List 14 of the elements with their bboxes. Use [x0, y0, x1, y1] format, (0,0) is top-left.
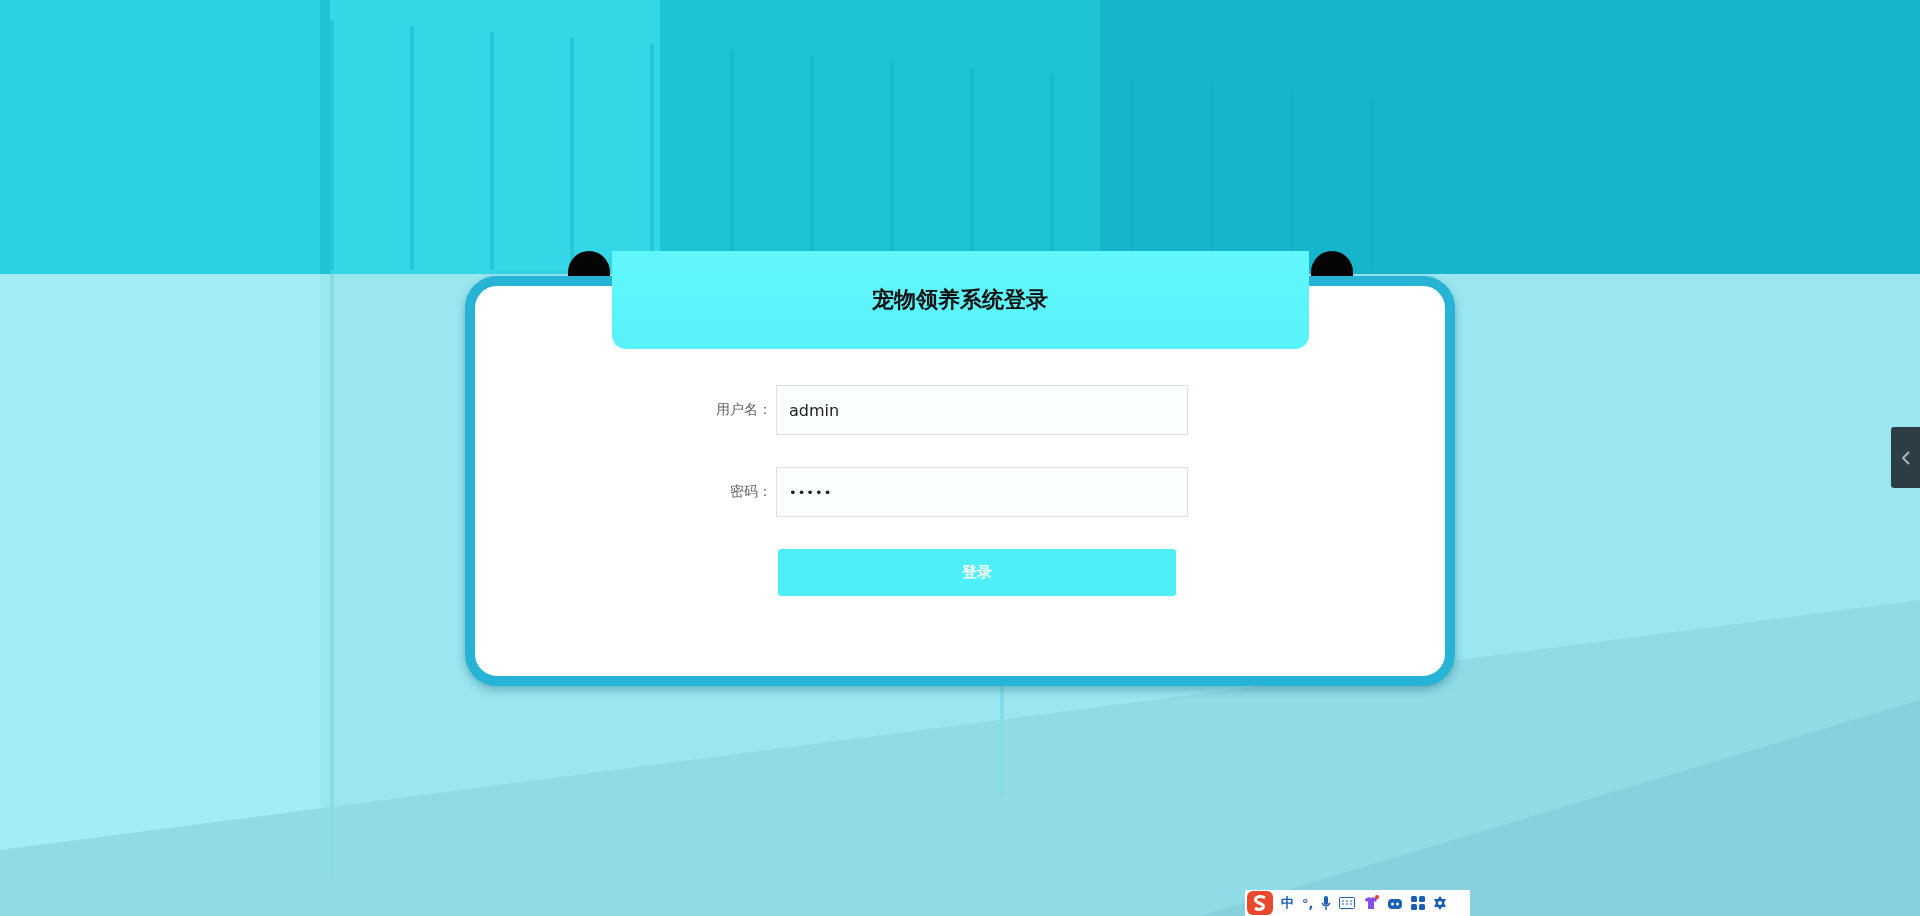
side-toggle[interactable] [1891, 427, 1920, 488]
field-label: 密码： [729, 483, 773, 501]
keyboard-icon[interactable] [1339, 897, 1356, 909]
password-field[interactable]: ••••• [776, 467, 1188, 517]
grid-icon[interactable] [1411, 896, 1426, 910]
ime-logo-icon[interactable] [1247, 891, 1273, 915]
username-field[interactable]: admin [776, 385, 1188, 435]
field-label: 用户名： [715, 401, 773, 419]
microphone-icon[interactable] [1321, 895, 1332, 911]
shirt-icon[interactable] [1363, 895, 1380, 911]
chevron-left-icon [1901, 450, 1910, 465]
ime-punctuation[interactable]: °, [1302, 895, 1314, 911]
ime-mode[interactable]: 中 [1281, 894, 1294, 912]
login-title: 宠物领养系统登录 [611, 251, 1309, 349]
